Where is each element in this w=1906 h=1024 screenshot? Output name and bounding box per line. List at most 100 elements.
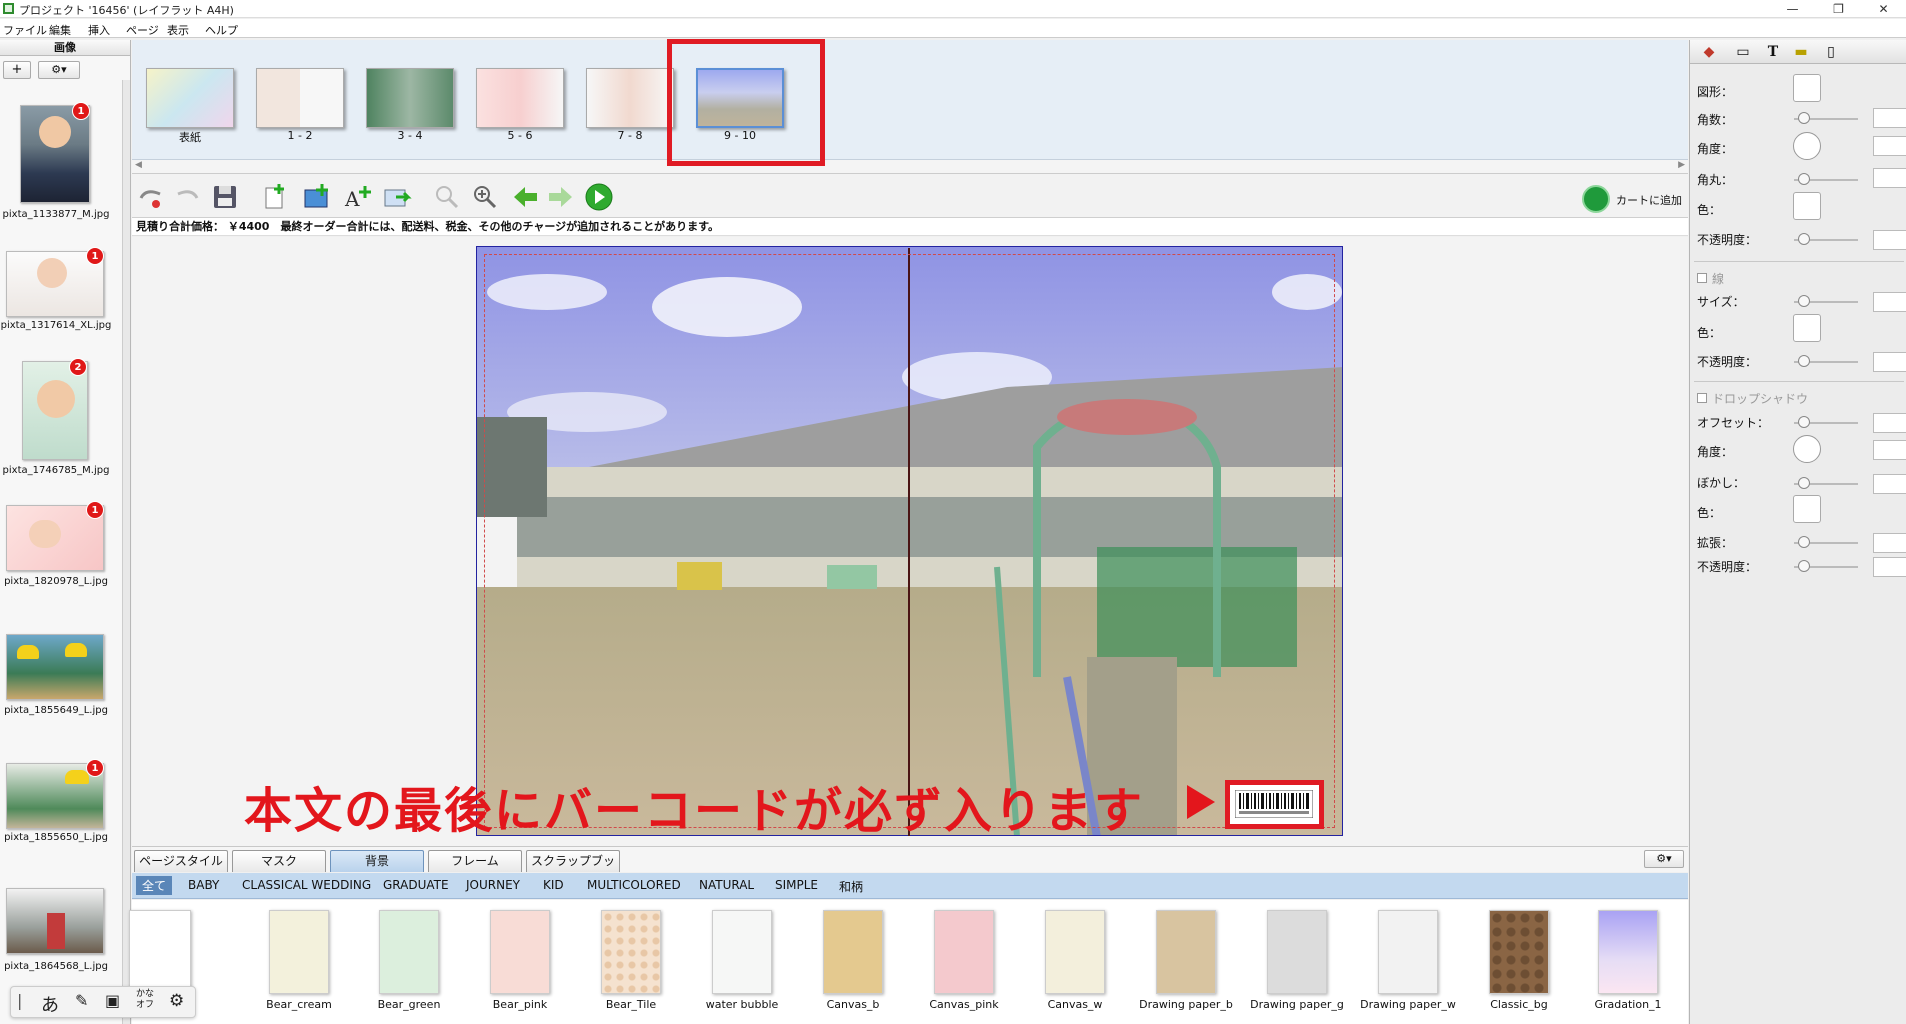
background-swatch[interactable] bbox=[823, 910, 883, 994]
page-thumb-5-6[interactable] bbox=[476, 68, 564, 128]
menu-view[interactable]: 表示 bbox=[167, 22, 189, 38]
background-swatch[interactable] bbox=[712, 910, 772, 994]
menu-help[interactable]: ヘルプ bbox=[205, 22, 238, 38]
page-thumb-3-4[interactable] bbox=[366, 68, 454, 128]
category-baby[interactable]: BABY bbox=[188, 878, 219, 892]
background-swatch[interactable] bbox=[601, 910, 661, 994]
tab-scrapbook[interactable]: スクラップブック bbox=[526, 850, 620, 888]
background-swatch[interactable] bbox=[490, 910, 550, 994]
line-opacity-slider-knob[interactable] bbox=[1798, 355, 1810, 367]
rounded-input[interactable] bbox=[1873, 168, 1906, 188]
menu-insert[interactable]: 挿入 bbox=[88, 22, 110, 38]
add-image-button[interactable]: + bbox=[3, 61, 31, 79]
category-graduate[interactable]: GRADUATE bbox=[383, 878, 449, 892]
line-opacity-input[interactable] bbox=[1873, 352, 1906, 372]
ime-dictionary-icon[interactable]: ▣ bbox=[105, 991, 120, 1010]
shape-tool-icon[interactable]: ◆ bbox=[1694, 42, 1724, 62]
undo-icon[interactable] bbox=[136, 182, 166, 212]
frame-tool-icon[interactable]: ▭ bbox=[1728, 42, 1758, 62]
corners-slider-knob[interactable] bbox=[1798, 112, 1810, 124]
category-all[interactable]: 全て bbox=[136, 876, 173, 895]
ime-kana-toggle[interactable]: かな オフ bbox=[136, 989, 154, 1011]
blur-input[interactable] bbox=[1873, 474, 1906, 494]
background-swatch[interactable] bbox=[269, 910, 329, 994]
category-kid[interactable]: KID bbox=[543, 878, 564, 892]
page-strip-scrollbar[interactable]: ◀ ▶ bbox=[132, 160, 1688, 174]
background-swatch[interactable] bbox=[129, 910, 191, 994]
line-size-slider-knob[interactable] bbox=[1798, 295, 1810, 307]
menu-file[interactable]: ファイル bbox=[3, 22, 47, 38]
ime-hiragana-button[interactable]: あ bbox=[41, 991, 59, 1017]
category-simple[interactable]: SIMPLE bbox=[775, 878, 818, 892]
previous-page-icon[interactable] bbox=[510, 182, 540, 212]
minimize-icon[interactable]: — bbox=[1770, 0, 1815, 18]
image-settings-button[interactable]: ⚙▾ bbox=[38, 61, 80, 79]
category-journey[interactable]: JOURNEY bbox=[466, 878, 520, 892]
shadow-angle-dial[interactable] bbox=[1793, 435, 1821, 463]
ime-pad-icon[interactable]: ✎ bbox=[75, 991, 88, 1010]
add-photo-icon[interactable] bbox=[302, 182, 332, 212]
tab-frame[interactable]: フレーム bbox=[428, 850, 522, 872]
page-tool-icon[interactable]: ▯ bbox=[1816, 42, 1846, 62]
expand-input[interactable] bbox=[1873, 533, 1906, 553]
image-thumb-7[interactable] bbox=[6, 888, 104, 954]
ruler-tool-icon[interactable]: ▬ bbox=[1786, 42, 1816, 62]
line-color-swatch[interactable] bbox=[1793, 314, 1821, 342]
tab-background[interactable]: 背景 bbox=[330, 850, 424, 872]
page-thumb-cover[interactable] bbox=[146, 68, 234, 128]
line-size-input[interactable] bbox=[1873, 292, 1906, 312]
background-swatch[interactable] bbox=[1267, 910, 1327, 994]
category-natural[interactable]: NATURAL bbox=[699, 878, 754, 892]
preview-play-icon[interactable] bbox=[584, 182, 614, 212]
background-swatch[interactable] bbox=[1156, 910, 1216, 994]
image-thumb-5[interactable] bbox=[6, 634, 104, 700]
opacity-input[interactable] bbox=[1873, 230, 1906, 250]
image-panel-scrollbar[interactable] bbox=[122, 80, 130, 1024]
close-icon[interactable]: ✕ bbox=[1861, 0, 1906, 18]
background-swatch[interactable] bbox=[1378, 910, 1438, 994]
add-page-icon[interactable] bbox=[260, 182, 290, 212]
shadow-angle-input[interactable] bbox=[1873, 440, 1906, 460]
text-tool-icon[interactable]: T bbox=[1758, 42, 1788, 62]
shadow-opacity-slider-knob[interactable] bbox=[1798, 560, 1810, 572]
background-swatch[interactable] bbox=[934, 910, 994, 994]
layout-icon[interactable] bbox=[382, 182, 412, 212]
angle-dial[interactable] bbox=[1793, 132, 1821, 160]
redo-icon[interactable] bbox=[172, 182, 202, 212]
background-swatch[interactable] bbox=[1598, 910, 1658, 994]
opacity-slider-knob[interactable] bbox=[1798, 233, 1810, 245]
background-swatch[interactable] bbox=[1045, 910, 1105, 994]
menu-edit[interactable]: 編集 bbox=[49, 22, 71, 38]
offset-slider-knob[interactable] bbox=[1798, 416, 1810, 428]
bottom-settings-button[interactable]: ⚙▾ bbox=[1644, 850, 1684, 868]
ime-grip-icon[interactable]: | bbox=[17, 991, 22, 1010]
shape-selector[interactable] bbox=[1793, 74, 1821, 102]
shadow-opacity-input[interactable] bbox=[1873, 557, 1906, 577]
page-thumb-7-8[interactable] bbox=[586, 68, 674, 128]
category-classical-wedding[interactable]: CLASSICAL WEDDING bbox=[242, 878, 371, 892]
next-page-icon[interactable] bbox=[546, 182, 576, 212]
blur-slider-knob[interactable] bbox=[1798, 477, 1810, 489]
ime-settings-icon[interactable]: ⚙ bbox=[169, 991, 184, 1011]
scroll-left-icon[interactable]: ◀ bbox=[135, 160, 142, 170]
page-thumb-1-2[interactable] bbox=[256, 68, 344, 128]
rounded-slider-knob[interactable] bbox=[1798, 173, 1810, 185]
zoom-out-icon[interactable] bbox=[432, 182, 462, 212]
offset-input[interactable] bbox=[1873, 413, 1906, 433]
category-japanese-pattern[interactable]: 和柄 bbox=[839, 878, 863, 895]
shadow-color-swatch[interactable] bbox=[1793, 495, 1821, 523]
tab-page-style[interactable]: ページスタイル bbox=[134, 850, 228, 872]
menu-page[interactable]: ページ bbox=[126, 22, 159, 38]
add-text-icon[interactable]: A bbox=[342, 182, 372, 212]
expand-slider-knob[interactable] bbox=[1798, 536, 1810, 548]
background-swatch[interactable] bbox=[379, 910, 439, 994]
dropshadow-checkbox[interactable] bbox=[1697, 393, 1707, 403]
save-icon[interactable] bbox=[210, 182, 240, 212]
tab-mask[interactable]: マスク bbox=[232, 850, 326, 872]
restore-icon[interactable]: ❐ bbox=[1816, 0, 1861, 18]
angle-input[interactable] bbox=[1873, 136, 1906, 156]
category-multicolored[interactable]: MULTICOLORED bbox=[587, 878, 681, 892]
scroll-right-icon[interactable]: ▶ bbox=[1678, 160, 1685, 170]
fill-color-swatch[interactable] bbox=[1793, 192, 1821, 220]
zoom-in-icon[interactable] bbox=[470, 182, 500, 212]
